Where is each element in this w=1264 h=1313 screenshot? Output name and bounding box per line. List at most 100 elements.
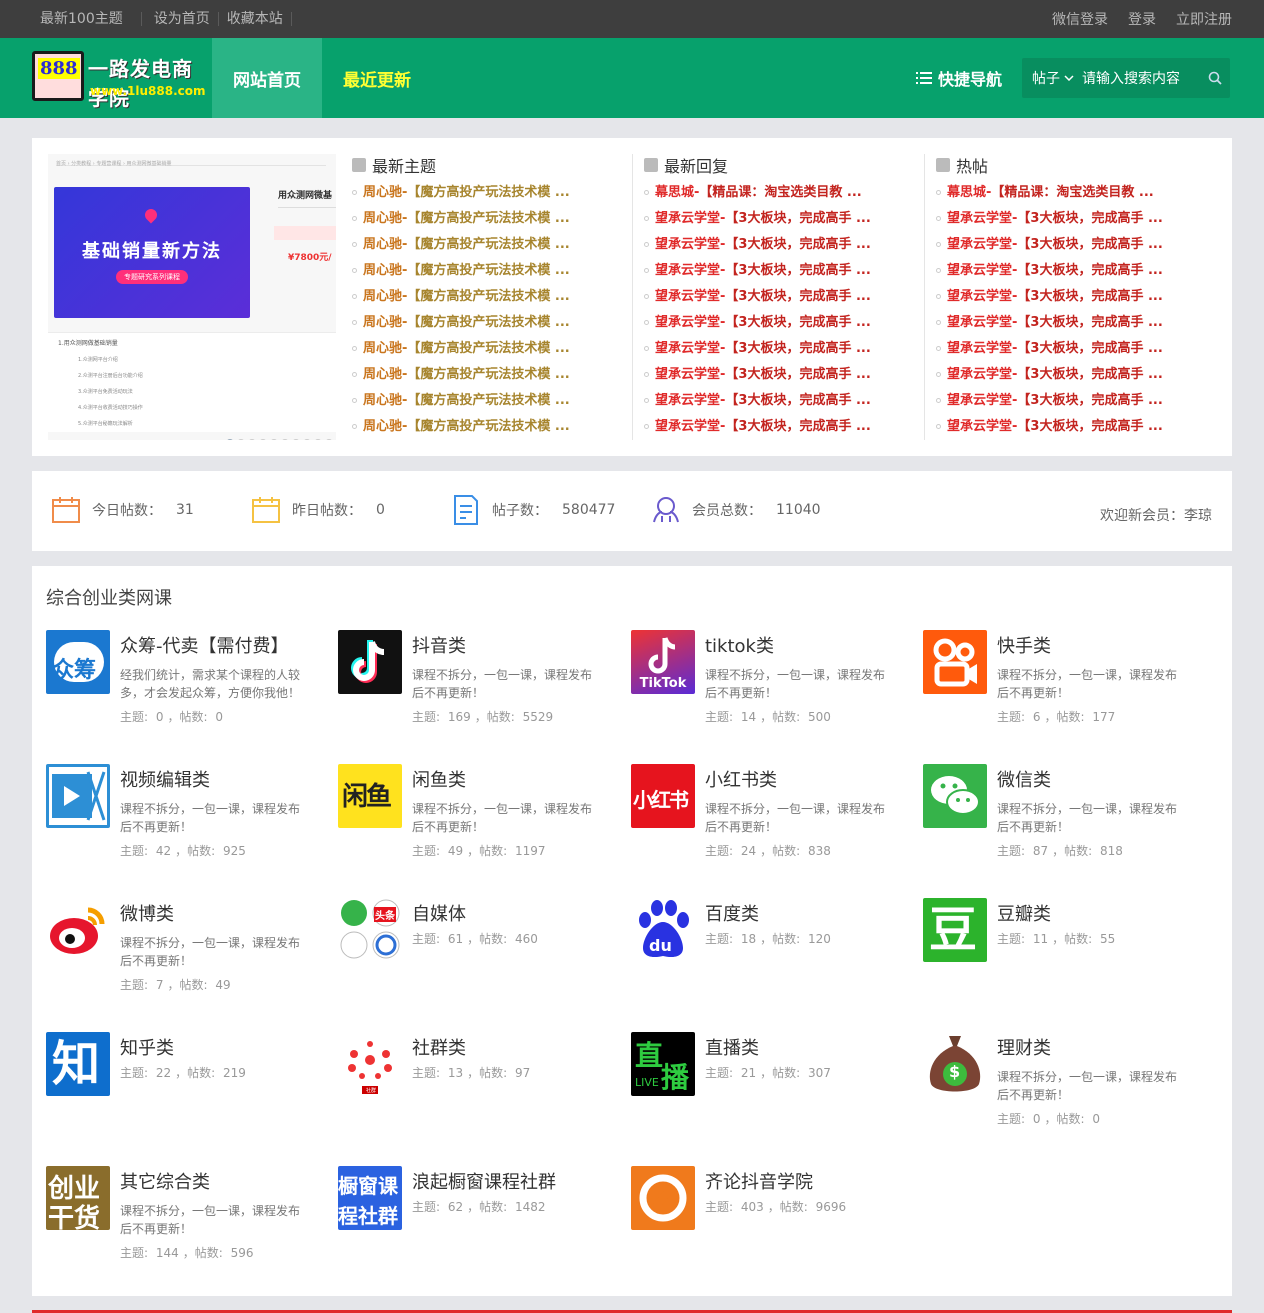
list-item[interactable]: 望承云学堂-【3大板块，完成高手 ... bbox=[644, 258, 924, 284]
slider-dot[interactable] bbox=[259, 439, 267, 440]
item-author[interactable]: 望承云学堂- bbox=[655, 315, 725, 330]
kuaishou-icon[interactable] bbox=[923, 630, 987, 694]
item-author[interactable]: 望承云学堂- bbox=[947, 393, 1017, 408]
set-homepage-link[interactable]: 设为首页 bbox=[142, 12, 219, 26]
douyin-icon[interactable] bbox=[338, 630, 402, 694]
forum-board[interactable]: 小红书 小红书类 课程不拆分，一包一课，课程发布后不再更新！ 主题: 24 ，帖数: 8… bbox=[631, 764, 911, 874]
item-title[interactable]: 【魔方高投产玩法技术模 ... bbox=[407, 185, 569, 200]
board-name[interactable]: 快手类 bbox=[997, 632, 1051, 658]
item-author[interactable]: 周心驰- bbox=[363, 341, 407, 356]
live-icon[interactable]: 直播 LIVE bbox=[631, 1032, 695, 1096]
item-title[interactable]: 【3大板块，完成高手 ... bbox=[725, 419, 870, 434]
item-author[interactable]: 望承云学堂- bbox=[655, 419, 725, 434]
item-title[interactable]: 【3大板块，完成高手 ... bbox=[1017, 341, 1162, 356]
forum-board[interactable]: 微博类 课程不拆分，一包一课，课程发布后不再更新！ 主题: 7 ，帖数: 49 bbox=[46, 898, 326, 1008]
forum-board[interactable]: 橱窗课 程社群 浪起橱窗课程社群 主题: 62 ，帖数: 1482 bbox=[338, 1166, 618, 1276]
item-author[interactable]: 周心驰- bbox=[363, 289, 407, 304]
board-name[interactable]: 微信类 bbox=[997, 766, 1051, 792]
item-title[interactable]: 【3大板块，完成高手 ... bbox=[725, 315, 870, 330]
item-author[interactable]: 望承云学堂- bbox=[655, 289, 725, 304]
item-title[interactable]: 【3大板块，完成高手 ... bbox=[725, 211, 870, 226]
item-author[interactable]: 望承云学堂- bbox=[947, 289, 1017, 304]
list-item[interactable]: 望承云学堂-【3大板块，完成高手 ... bbox=[644, 310, 924, 336]
item-author[interactable]: 周心驰- bbox=[363, 211, 407, 226]
list-item[interactable]: 望承云学堂-【3大板块，完成高手 ... bbox=[936, 284, 1216, 310]
slider-dot[interactable] bbox=[314, 439, 322, 440]
board-name[interactable]: 知乎类 bbox=[120, 1034, 174, 1060]
nav-home[interactable]: 网站首页 bbox=[212, 38, 322, 118]
self-media-icon[interactable]: 头条 bbox=[338, 898, 402, 962]
board-name[interactable]: 微博类 bbox=[120, 900, 174, 926]
zhihu-icon[interactable]: 知 bbox=[46, 1032, 110, 1096]
item-author[interactable]: 幕思城- bbox=[655, 185, 699, 200]
board-name[interactable]: tiktok类 bbox=[705, 632, 774, 658]
item-title[interactable]: 【3大板块，完成高手 ... bbox=[725, 341, 870, 356]
showcase-icon[interactable]: 橱窗课 程社群 bbox=[338, 1166, 402, 1230]
item-title[interactable]: 【魔方高投产玩法技术模 ... bbox=[407, 367, 569, 382]
list-item[interactable]: 周心驰-【魔方高投产玩法技术模 ... bbox=[352, 206, 632, 232]
slider-dot[interactable] bbox=[237, 439, 245, 440]
item-title[interactable]: 【魔方高投产玩法技术模 ... bbox=[407, 341, 569, 356]
item-title[interactable]: 【3大板块，完成高手 ... bbox=[725, 393, 870, 408]
board-name[interactable]: 众筹-代卖【需付费】 bbox=[120, 632, 289, 658]
item-author[interactable]: 周心驰- bbox=[363, 419, 407, 434]
tiktok-icon[interactable]: TikTok bbox=[631, 630, 695, 694]
list-item[interactable]: 望承云学堂-【3大板块，完成高手 ... bbox=[644, 362, 924, 388]
item-title[interactable]: 【3大板块，完成高手 ... bbox=[725, 289, 870, 304]
list-item[interactable]: 望承云学堂-【3大板块，完成高手 ... bbox=[936, 336, 1216, 362]
login-link[interactable]: 登录 bbox=[1128, 9, 1156, 29]
board-name[interactable]: 其它综合类 bbox=[120, 1168, 210, 1194]
board-name[interactable]: 社群类 bbox=[412, 1034, 466, 1060]
item-title[interactable]: 【魔方高投产玩法技术模 ... bbox=[407, 419, 569, 434]
latest-100-link[interactable]: 最新100主题 bbox=[40, 12, 142, 26]
list-item[interactable]: 周心驰-【魔方高投产玩法技术模 ... bbox=[352, 232, 632, 258]
list-item[interactable]: 望承云学堂-【3大板块，完成高手 ... bbox=[644, 336, 924, 362]
list-item[interactable]: 周心驰-【魔方高投产玩法技术模 ... bbox=[352, 362, 632, 388]
list-item[interactable]: 周心驰-【魔方高投产玩法技术模 ... bbox=[352, 414, 632, 440]
startup-icon[interactable]: 创业 干货 bbox=[46, 1166, 110, 1230]
forum-board[interactable]: 创业 干货 其它综合类 课程不拆分，一包一课，课程发布后不再更新！ 主题: 144 ，帖数… bbox=[46, 1166, 326, 1276]
list-item[interactable]: 望承云学堂-【3大板块，完成高手 ... bbox=[936, 414, 1216, 440]
item-author[interactable]: 周心驰- bbox=[363, 263, 407, 278]
slider-dot[interactable] bbox=[325, 439, 333, 440]
list-item[interactable]: 望承云学堂-【3大板块，完成高手 ... bbox=[644, 284, 924, 310]
list-item[interactable]: 望承云学堂-【3大板块，完成高手 ... bbox=[644, 206, 924, 232]
search-type-select[interactable]: 帖子 bbox=[1022, 68, 1082, 88]
list-item[interactable]: 周心驰-【魔方高投产玩法技术模 ... bbox=[352, 284, 632, 310]
list-item[interactable]: 望承云学堂-【3大板块，完成高手 ... bbox=[644, 388, 924, 414]
slider-dot[interactable] bbox=[226, 439, 234, 440]
forum-board[interactable]: 头条 自媒体 主题: 61 ，帖数: 460 bbox=[338, 898, 618, 1008]
item-author[interactable]: 望承云学堂- bbox=[947, 367, 1017, 382]
item-author[interactable]: 望承云学堂- bbox=[947, 263, 1017, 278]
wechat-icon[interactable] bbox=[923, 764, 987, 828]
search-button[interactable] bbox=[1200, 71, 1230, 85]
item-author[interactable]: 望承云学堂- bbox=[947, 341, 1017, 356]
item-author[interactable]: 望承云学堂- bbox=[655, 393, 725, 408]
bookmark-link[interactable]: 收藏本站 bbox=[219, 12, 292, 26]
forum-board[interactable]: 直播 LIVE 直播类 主题: 21 ，帖数: 307 bbox=[631, 1032, 911, 1142]
community-icon[interactable]: 社群 bbox=[338, 1032, 402, 1096]
item-author[interactable]: 周心驰- bbox=[363, 367, 407, 382]
list-item[interactable]: 望承云学堂-【3大板块，完成高手 ... bbox=[644, 232, 924, 258]
item-author[interactable]: 周心驰- bbox=[363, 237, 407, 252]
list-item[interactable]: 周心驰-【魔方高投产玩法技术模 ... bbox=[352, 310, 632, 336]
wechat-login-link[interactable]: 微信登录 bbox=[1052, 9, 1108, 29]
money-bag-icon[interactable]: $ bbox=[923, 1032, 987, 1096]
board-name[interactable]: 理财类 bbox=[997, 1034, 1051, 1060]
search-input[interactable]: 请输入搜索内容 bbox=[1082, 68, 1200, 88]
item-title[interactable]: 【魔方高投产玩法技术模 ... bbox=[407, 263, 569, 278]
slider-dot[interactable] bbox=[303, 439, 311, 440]
board-name[interactable]: 豆瓣类 bbox=[997, 900, 1051, 926]
item-title[interactable]: 【3大板块，完成高手 ... bbox=[1017, 289, 1162, 304]
list-item[interactable]: 幕思城-【精品课：淘宝选类目教 ... bbox=[936, 180, 1216, 206]
board-name[interactable]: 浪起橱窗课程社群 bbox=[412, 1168, 556, 1194]
list-item[interactable]: 望承云学堂-【3大板块，完成高手 ... bbox=[936, 362, 1216, 388]
list-item[interactable]: 周心驰-【魔方高投产玩法技术模 ... bbox=[352, 388, 632, 414]
baidu-icon[interactable]: du bbox=[631, 898, 695, 962]
list-item[interactable]: 望承云学堂-【3大板块，完成高手 ... bbox=[936, 232, 1216, 258]
quick-nav-button[interactable]: 快捷导航 bbox=[916, 66, 1002, 90]
xianyu-icon[interactable]: 闲鱼 bbox=[338, 764, 402, 828]
forum-board[interactable]: 微信类 课程不拆分，一包一课，课程发布后不再更新！ 主题: 87 ，帖数: 818 bbox=[923, 764, 1203, 874]
forum-board[interactable]: 视频编辑类 课程不拆分，一包一课，课程发布后不再更新！ 主题: 42 ，帖数: 925 bbox=[46, 764, 326, 874]
new-member-name[interactable]: 李琼 bbox=[1184, 508, 1212, 524]
